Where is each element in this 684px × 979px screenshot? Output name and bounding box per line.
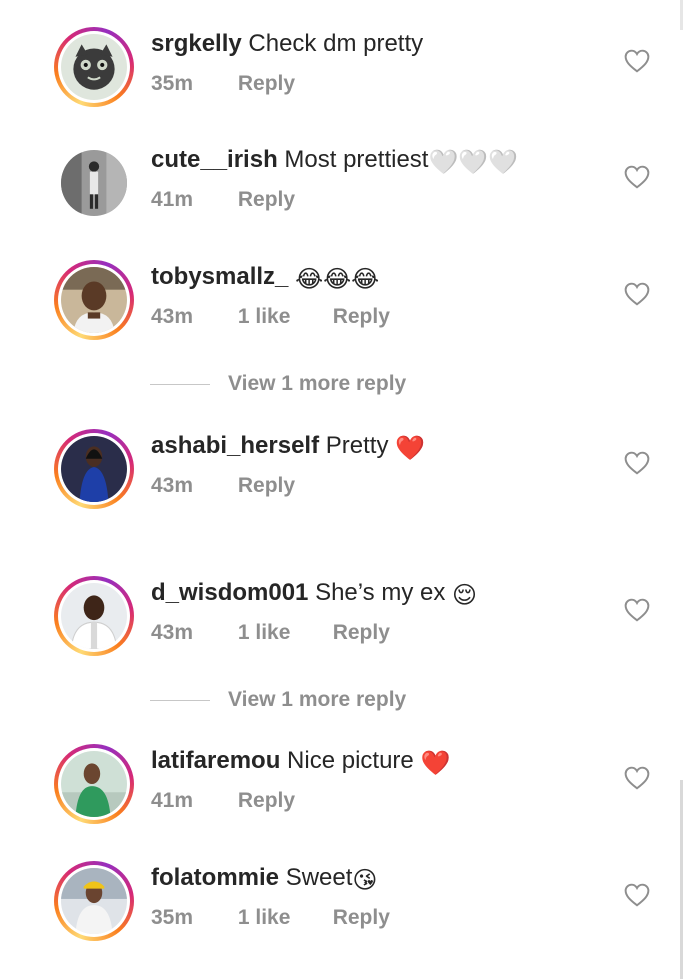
- reply-button[interactable]: Reply: [238, 187, 295, 213]
- avatar[interactable]: [54, 576, 134, 656]
- comment-text: Sweet: [285, 864, 353, 891]
- heart-outline-icon[interactable]: [624, 451, 650, 475]
- heart-outline-icon[interactable]: [624, 282, 650, 306]
- man-green-outfit-avatar: [61, 751, 127, 817]
- scroll-indicator-top: [680, 0, 683, 30]
- like-count[interactable]: 1 like: [238, 905, 327, 931]
- comment-username[interactable]: folatommie: [151, 864, 279, 891]
- comment-username[interactable]: srgkelly: [151, 30, 242, 57]
- divider-line: [150, 700, 210, 701]
- avatar[interactable]: [54, 429, 134, 509]
- laughing-emoji: 😂😂😂: [295, 266, 380, 293]
- comment-text: Most prettiest: [284, 146, 429, 173]
- grey-photo-avatar: [61, 150, 127, 216]
- red-heart-emoji: ❤️: [395, 435, 426, 462]
- comment-folatommie: folatommie Sweet😘 35m 1 like Reply: [0, 861, 684, 951]
- comment-latifaremou: latifaremou Nice picture ❤️ 41m Reply: [0, 744, 684, 834]
- reply-button[interactable]: Reply: [333, 620, 390, 646]
- view-more-replies[interactable]: View 1 more reply: [150, 688, 450, 712]
- comment-srgkelly: srgkelly Check dm pretty 35m Reply: [0, 27, 684, 117]
- avatar[interactable]: [54, 143, 134, 223]
- scrollbar[interactable]: [680, 780, 683, 979]
- reply-button[interactable]: Reply: [238, 71, 295, 97]
- view-more-replies[interactable]: View 1 more reply: [150, 372, 450, 396]
- comment-username[interactable]: latifaremou: [151, 747, 280, 774]
- man-cap-avatar: [61, 868, 127, 934]
- like-count[interactable]: 1 like: [238, 304, 327, 330]
- reply-button[interactable]: Reply: [238, 473, 295, 499]
- heart-outline-icon[interactable]: [624, 165, 650, 189]
- white-heart-emoji: 🤍🤍🤍: [428, 149, 519, 176]
- comment-time: 35m: [151, 906, 194, 929]
- divider-line: [150, 384, 210, 385]
- heart-outline-icon[interactable]: [624, 883, 650, 907]
- reply-button[interactable]: Reply: [238, 788, 295, 814]
- like-count[interactable]: 1 like: [238, 620, 327, 646]
- comment-text: Nice picture: [287, 747, 414, 774]
- comment-cute-irish: cute__irish Most prettiest🤍🤍🤍 41m Reply: [0, 143, 684, 233]
- comment-username[interactable]: tobysmallz_: [151, 263, 288, 290]
- red-heart-emoji: ❤️: [420, 750, 451, 777]
- comment-text: Check dm pretty: [248, 30, 424, 57]
- comment-ashabi-herself: ashabi_herself Pretty ❤️ 43m Reply: [0, 429, 684, 519]
- man-portrait-avatar: [61, 267, 127, 333]
- comment-username[interactable]: ashabi_herself: [151, 432, 319, 459]
- heart-outline-icon[interactable]: [624, 49, 650, 73]
- reply-button[interactable]: Reply: [333, 905, 390, 931]
- view-more-label[interactable]: View 1 more reply: [228, 372, 406, 396]
- comment-text: She’s my ex: [315, 579, 446, 606]
- woman-blue-dress-avatar: [61, 436, 127, 502]
- comment-time: 43m: [151, 305, 194, 328]
- comment-d-wisdom001: d_wisdom001 She’s my ex 😌 43m 1 like Rep…: [0, 576, 684, 666]
- avatar[interactable]: [54, 27, 134, 107]
- relieved-face-emoji: 😌: [452, 582, 478, 609]
- view-more-label[interactable]: View 1 more reply: [228, 688, 406, 712]
- comment-time: 41m: [151, 789, 194, 812]
- avatar[interactable]: [54, 861, 134, 941]
- comment-time: 43m: [151, 474, 194, 497]
- man-white-shirt-avatar: [61, 583, 127, 649]
- avatar[interactable]: [54, 260, 134, 340]
- comment-time: 43m: [151, 621, 194, 644]
- avatar[interactable]: [54, 744, 134, 824]
- comment-username[interactable]: d_wisdom001: [151, 579, 308, 606]
- comment-text: Pretty: [325, 432, 389, 459]
- kiss-face-emoji: 😘: [352, 867, 378, 894]
- comment-time: 35m: [151, 72, 194, 95]
- reply-button[interactable]: Reply: [333, 304, 390, 330]
- cat-art-avatar: [61, 34, 127, 100]
- heart-outline-icon[interactable]: [624, 598, 650, 622]
- comment-tobysmallz: tobysmallz_ 😂😂😂 43m 1 like Reply: [0, 260, 684, 350]
- comment-username[interactable]: cute__irish: [151, 146, 278, 173]
- heart-outline-icon[interactable]: [624, 766, 650, 790]
- comment-time: 41m: [151, 188, 194, 211]
